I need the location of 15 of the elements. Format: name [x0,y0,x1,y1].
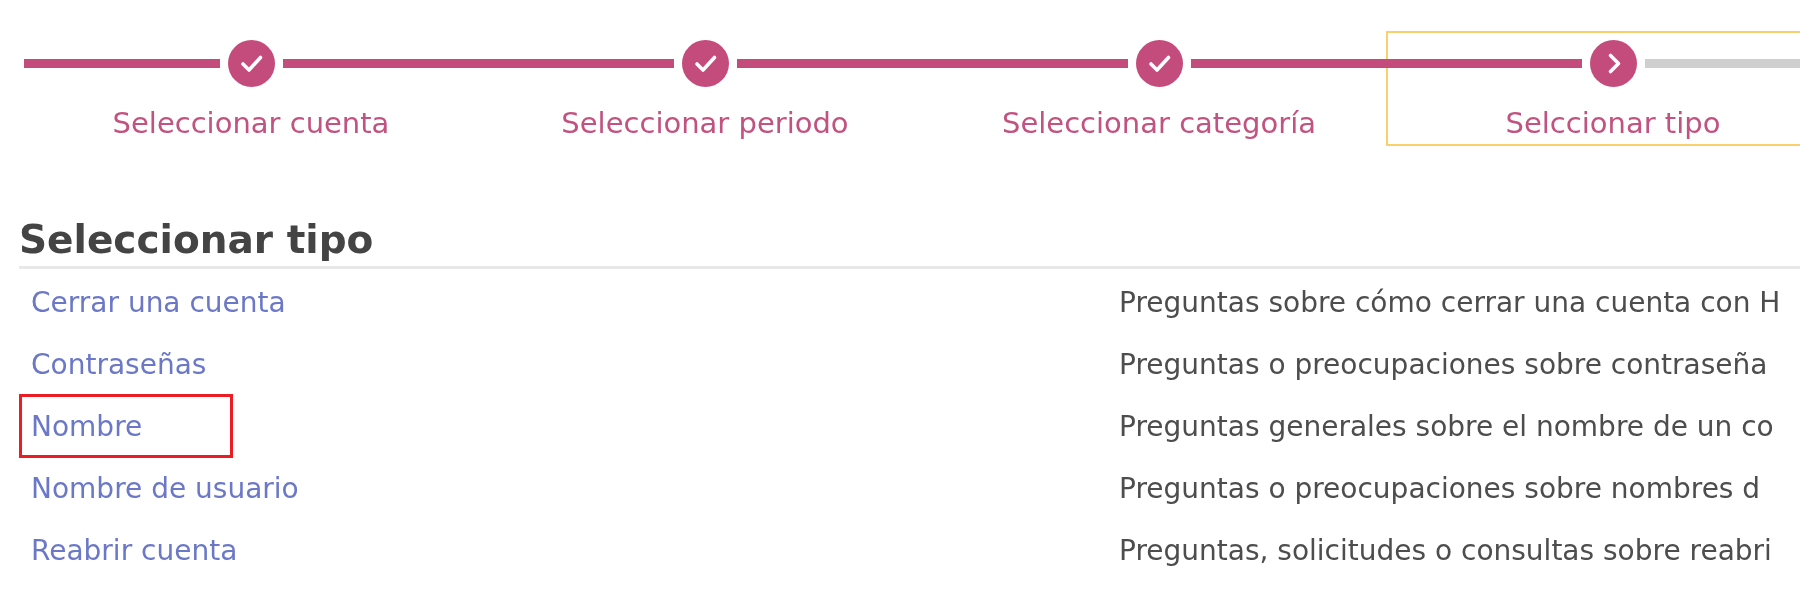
type-link[interactable]: Cerrar una cuenta [31,285,286,319]
section-heading: Seleccionar tipo [19,217,375,263]
type-description: Preguntas sobre cómo cerrar una cuenta con H [1119,285,1782,319]
type-link[interactable]: Nombre [31,409,143,443]
wizard-step[interactable]: Seleccionar cuenta [24,31,478,146]
type-link[interactable]: Reabrir cuenta [31,533,238,567]
type-description: Preguntas, solicitudes o consultas sobre reabri [1119,533,1773,567]
wizard-step[interactable]: Selccionar tipo [1386,31,1800,146]
type-description: Preguntas generales sobre el nombre de un co [1119,409,1775,443]
type-link[interactable]: Contraseñas [31,347,207,381]
type-description: Preguntas o preocupaciones sobre nombres d [1119,471,1762,505]
type-description: Preguntas o preocupaciones sobre contraseña [1119,347,1769,381]
wizard-step[interactable]: Seleccionar categoría [932,31,1386,146]
wizard-step[interactable]: Seleccionar periodo [478,31,932,146]
type-link[interactable]: Nombre de usuario [31,471,299,505]
